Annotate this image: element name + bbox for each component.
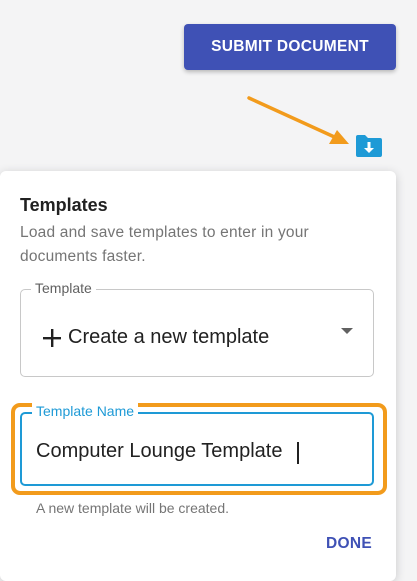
templates-panel: Templates Load and save templates to ent…	[0, 171, 396, 581]
annotation-arrow	[247, 96, 349, 144]
template-name-field[interactable]: Template Name	[20, 403, 374, 486]
templates-folder-button[interactable]	[354, 132, 384, 160]
text-cursor	[297, 442, 299, 464]
template-select[interactable]: Template Create a new template	[20, 280, 374, 377]
helper-text: A new template will be created.	[36, 500, 229, 516]
template-name-label: Template Name	[32, 403, 139, 419]
template-select-label: Template	[31, 280, 96, 296]
selected-template-text: Create a new template	[68, 326, 270, 348]
folder-download-icon	[356, 135, 382, 157]
template-name-input[interactable]	[36, 440, 356, 463]
plus-icon	[43, 328, 61, 347]
submit-document-button[interactable]: SUBMIT DOCUMENT	[184, 24, 396, 70]
template-select-value: Create a new template	[41, 326, 269, 349]
panel-title: Templates	[20, 195, 108, 215]
panel-description: Load and save templates to enter in your…	[20, 224, 309, 265]
chevron-down-icon[interactable]	[341, 328, 353, 334]
done-button[interactable]: DONE	[318, 529, 380, 559]
